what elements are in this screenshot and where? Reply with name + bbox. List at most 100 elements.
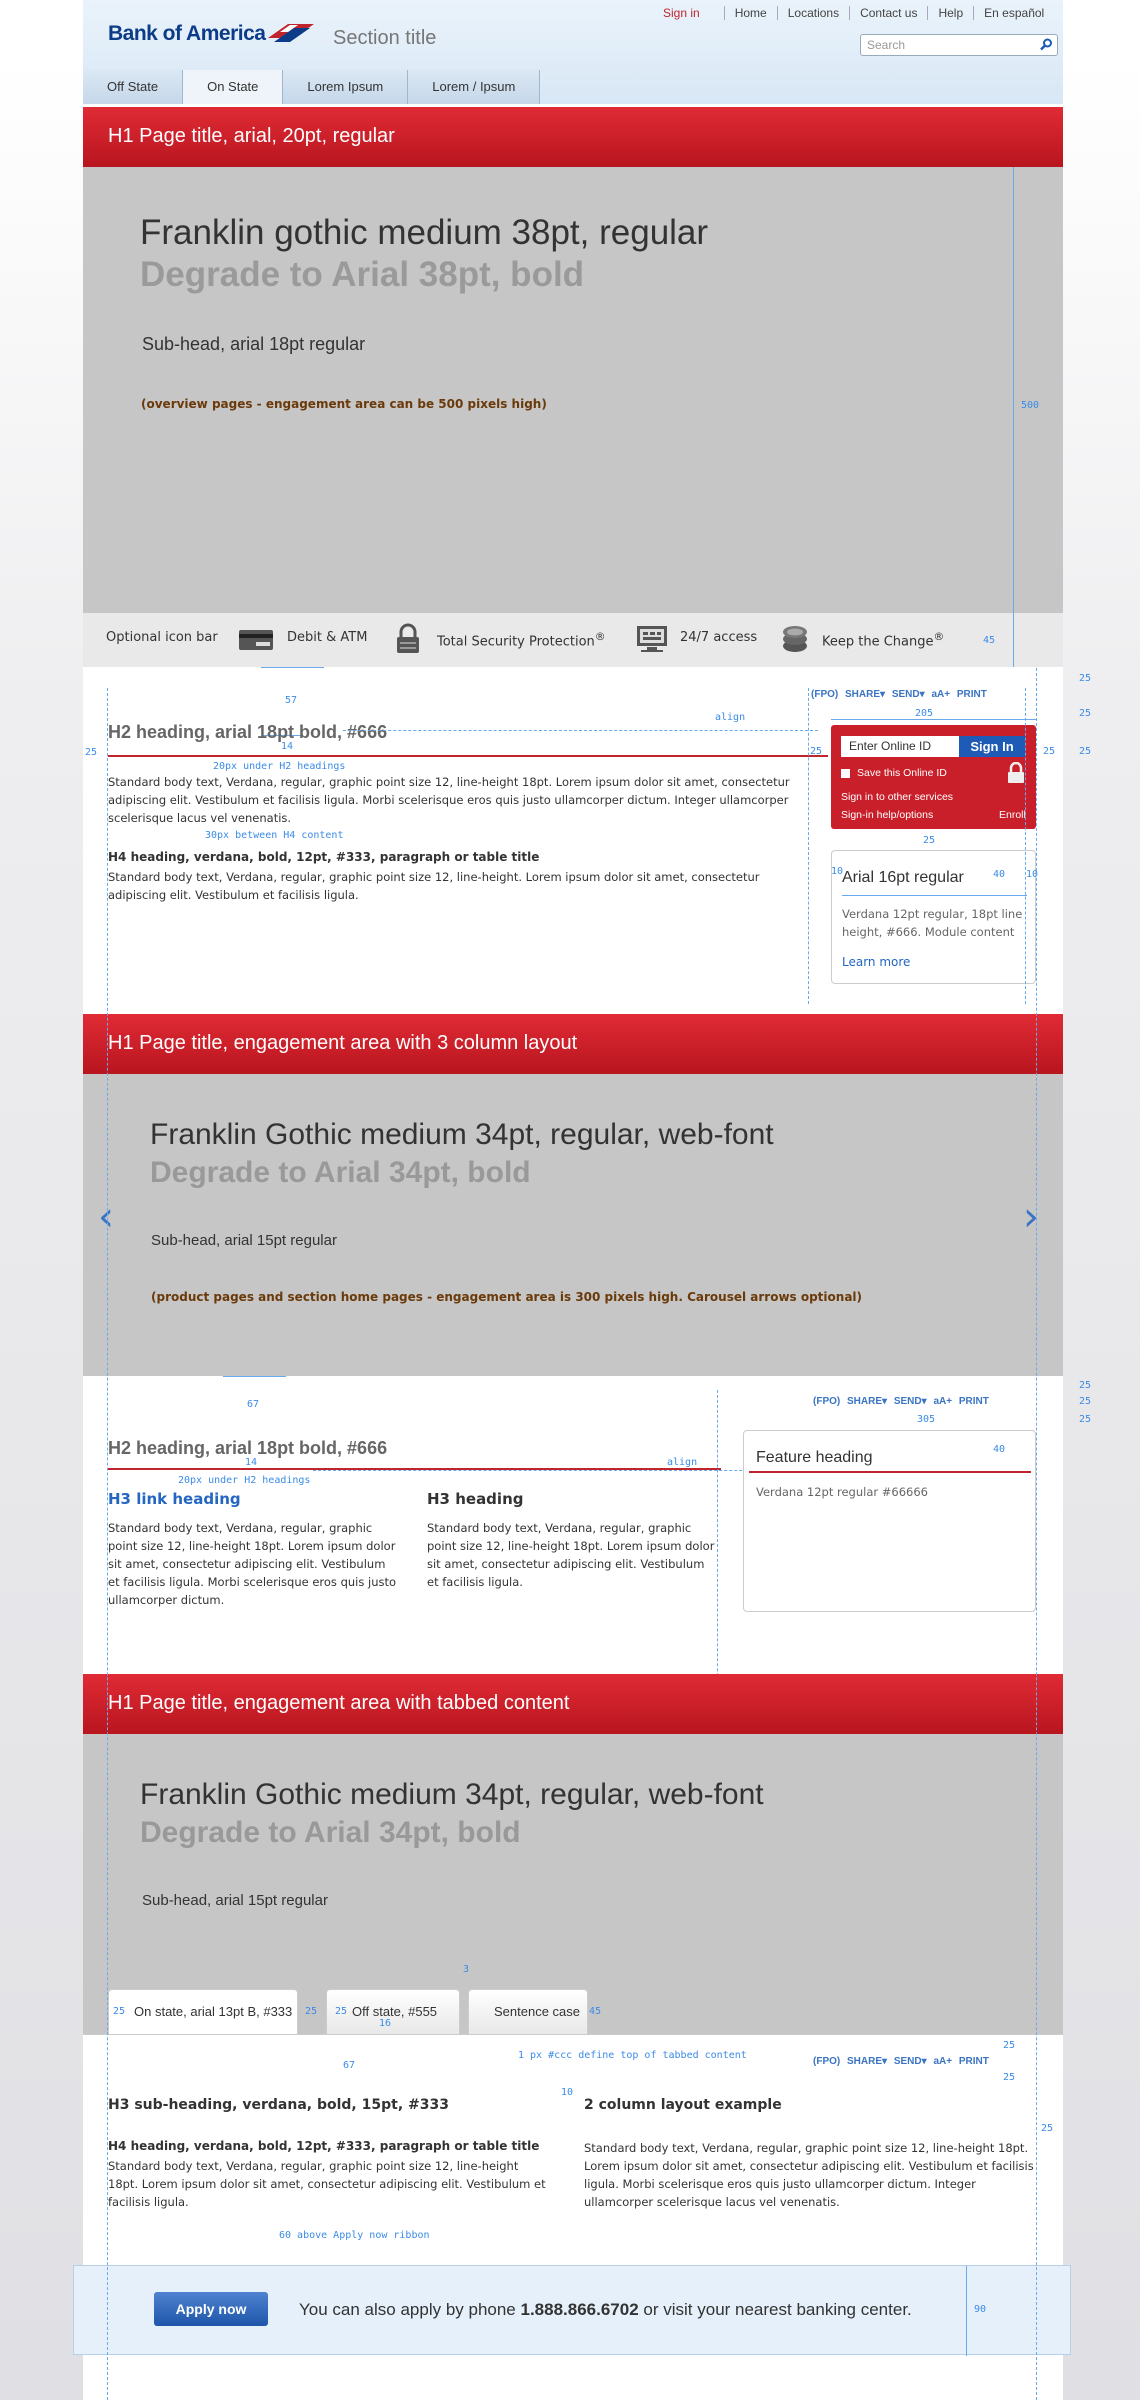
carousel-left-arrow[interactable]: ‹	[98, 1194, 114, 1240]
engagement-note: (overview pages - engagement area can be…	[141, 397, 547, 411]
feature-module: Feature heading Verdana 12pt regular #66…	[743, 1430, 1036, 1612]
other-services-link[interactable]: Sign in to other services	[841, 791, 953, 803]
share-bar-s2: (FPO) SHARE▾ SEND▾ aA+ PRINT	[813, 1396, 989, 1407]
home-link[interactable]: Home	[723, 6, 777, 20]
search-icon[interactable]	[1040, 38, 1053, 51]
sign-in-help-link[interactable]: Sign-in help/options	[841, 809, 933, 821]
send-link[interactable]: SEND	[892, 689, 920, 700]
h3-link-heading[interactable]: H3 link heading	[108, 1490, 241, 1508]
debit-card-icon	[239, 630, 273, 650]
print-link[interactable]: PRINT	[957, 689, 987, 700]
guide-205	[831, 719, 1036, 720]
icon-item-keep-change[interactable]: Keep the Change®	[822, 630, 944, 649]
guide-57	[261, 667, 324, 668]
sub-head: Sub-head, arial 18pt regular	[142, 334, 366, 354]
online-id-field[interactable]: Enter Online ID	[841, 736, 959, 757]
icon-bar-label: Optional icon bar	[106, 630, 218, 645]
ann-25-s2a: 25	[1079, 1380, 1092, 1391]
nav-tab-off-state[interactable]: Off State	[83, 70, 184, 104]
icon-item-security[interactable]: Total Security Protection®	[437, 630, 606, 649]
module-heading: Arial 16pt regular	[842, 869, 964, 886]
send-link-s3[interactable]: SEND	[894, 2056, 922, 2067]
feature-red-rule	[749, 1471, 1031, 1473]
left-margin-guide	[107, 688, 108, 2400]
h4-heading: H4 heading, verdana, bold, 12pt, #333, p…	[108, 850, 540, 864]
coins-icon	[783, 626, 807, 652]
text-size-link-s3[interactable]: aA+	[933, 2056, 952, 2067]
hero-line-2-s2: Degrade to Arial 34pt, bold	[150, 1156, 531, 1189]
save-id-checkbox[interactable]	[841, 769, 850, 778]
share-link-s3[interactable]: SHARE	[847, 2056, 882, 2067]
ann-25-s2c: 25	[1079, 1414, 1092, 1425]
ann-tab-3: 3	[463, 1964, 470, 1975]
sign-in-button[interactable]: Sign In	[959, 736, 1025, 757]
ribbon-phone[interactable]: 1.888.866.6702	[521, 2300, 639, 2319]
engagement-area-2: ‹ › Franklin Gothic medium 34pt, regular…	[83, 1074, 1063, 1376]
rail-right-guide	[1025, 688, 1026, 1004]
content-module: Arial 16pt regular Verdana 12pt regular,…	[831, 850, 1036, 984]
fpo-label: (FPO)	[811, 689, 839, 700]
h4-heading-s3: H4 heading, verdana, bold, 12pt, #333, p…	[108, 2139, 540, 2153]
tab-on-state[interactable]: On state, arial 13pt B, #333	[108, 1989, 298, 2034]
share-link-s2[interactable]: SHARE	[847, 1396, 882, 1407]
ann-tab-25b: 25	[305, 2006, 318, 2017]
ribbon-text-before: You can also apply by phone	[299, 2300, 521, 2319]
ann-tab-25a: 25	[113, 2006, 126, 2017]
learn-more-link[interactable]: Learn more	[842, 955, 910, 969]
share-link[interactable]: SHARE	[845, 689, 880, 700]
ann-25-s3a: 25	[1003, 2040, 1016, 2051]
help-link[interactable]: Help	[927, 6, 973, 20]
print-link-s2[interactable]: PRINT	[959, 1396, 989, 1407]
tabbed-content-top-rule	[83, 2034, 1063, 2035]
ann-25-r2: 25	[1079, 673, 1092, 684]
page-title-bar-1: H1 Page title, arial, 20pt, regular	[83, 107, 1063, 167]
align-guide	[343, 730, 818, 731]
ann-25-r4: 25	[1079, 746, 1092, 757]
icon-item-access[interactable]: 24/7 access	[680, 630, 757, 645]
ann-10-s3: 10	[561, 2087, 574, 2098]
text-size-link-s2[interactable]: aA+	[933, 1396, 952, 1407]
page-title-3: H1 Page title, engagement area with tabb…	[108, 1692, 570, 1714]
nav-tab-on-state[interactable]: On State	[183, 70, 284, 104]
sign-in-link[interactable]: Sign in	[653, 6, 724, 20]
icon-item-debit[interactable]: Debit & ATM	[287, 630, 367, 645]
ann-25-r3: 25	[1079, 708, 1092, 719]
module-body: Verdana 12pt regular, 18pt line height, …	[842, 907, 1023, 939]
bank-logo[interactable]: Bank of America	[108, 22, 266, 46]
page-title-bar-2: H1 Page title, engagement area with 3 co…	[83, 1014, 1063, 1074]
iconbar-height-guide	[1013, 613, 1014, 667]
locations-link[interactable]: Locations	[776, 6, 849, 20]
body-text-2: Standard body text, Verdana, regular, gr…	[108, 870, 760, 902]
ann-25-below-signin: 25	[923, 835, 936, 846]
ann-25-s3b: 25	[1003, 2072, 1016, 2083]
search-input[interactable]: Search	[860, 34, 1058, 56]
ann-57: 57	[285, 695, 298, 706]
print-link-s3[interactable]: PRINT	[959, 2056, 989, 2067]
ann-tab-25c: 25	[335, 2006, 348, 2017]
hero-line-1-s3: Franklin Gothic medium 34pt, regular, we…	[140, 1778, 764, 1811]
contact-link[interactable]: Contact us	[849, 6, 927, 20]
espanol-link[interactable]: En español	[973, 6, 1054, 20]
send-link-s2[interactable]: SEND	[894, 1396, 922, 1407]
ann-25-s2b: 25	[1079, 1396, 1092, 1407]
nav-tab-lorem-ipsum[interactable]: Lorem Ipsum	[283, 70, 409, 104]
ann-25-rail: 25	[810, 746, 823, 757]
apply-now-button[interactable]: Apply now	[154, 2292, 268, 2326]
share-bar: (FPO) SHARE▾ SEND▾ aA+ PRINT	[811, 689, 987, 700]
engagement-area-1: Franklin gothic medium 38pt, regular Deg…	[83, 167, 1063, 613]
ann-align-s2: align	[667, 1457, 698, 1468]
ann-305: 305	[917, 1414, 936, 1425]
tab-sentence-case[interactable]: Sentence case	[468, 1989, 588, 2034]
hero-line-1: Franklin gothic medium 38pt, regular	[140, 213, 709, 252]
page-title-2: H1 Page title, engagement area with 3 co…	[108, 1032, 578, 1054]
text-size-link[interactable]: aA+	[931, 689, 950, 700]
h2-heading: H2 heading, arial 18pt bold, #666	[108, 722, 388, 742]
h2-heading-s2: H2 heading, arial 18pt bold, #666	[108, 1438, 388, 1458]
enroll-link[interactable]: Enroll	[999, 809, 1026, 821]
ann-tab-16: 16	[379, 2018, 392, 2029]
nav-tab-lorem-ipsum-2[interactable]: Lorem / Ipsum	[408, 70, 541, 104]
height-annotation: 500	[1021, 400, 1040, 411]
main-nav: Off State On State Lorem Ipsum Lorem / I…	[83, 70, 541, 104]
rail-left-guide	[808, 688, 809, 1004]
h3-heading-s2: H3 heading	[427, 1490, 524, 1508]
